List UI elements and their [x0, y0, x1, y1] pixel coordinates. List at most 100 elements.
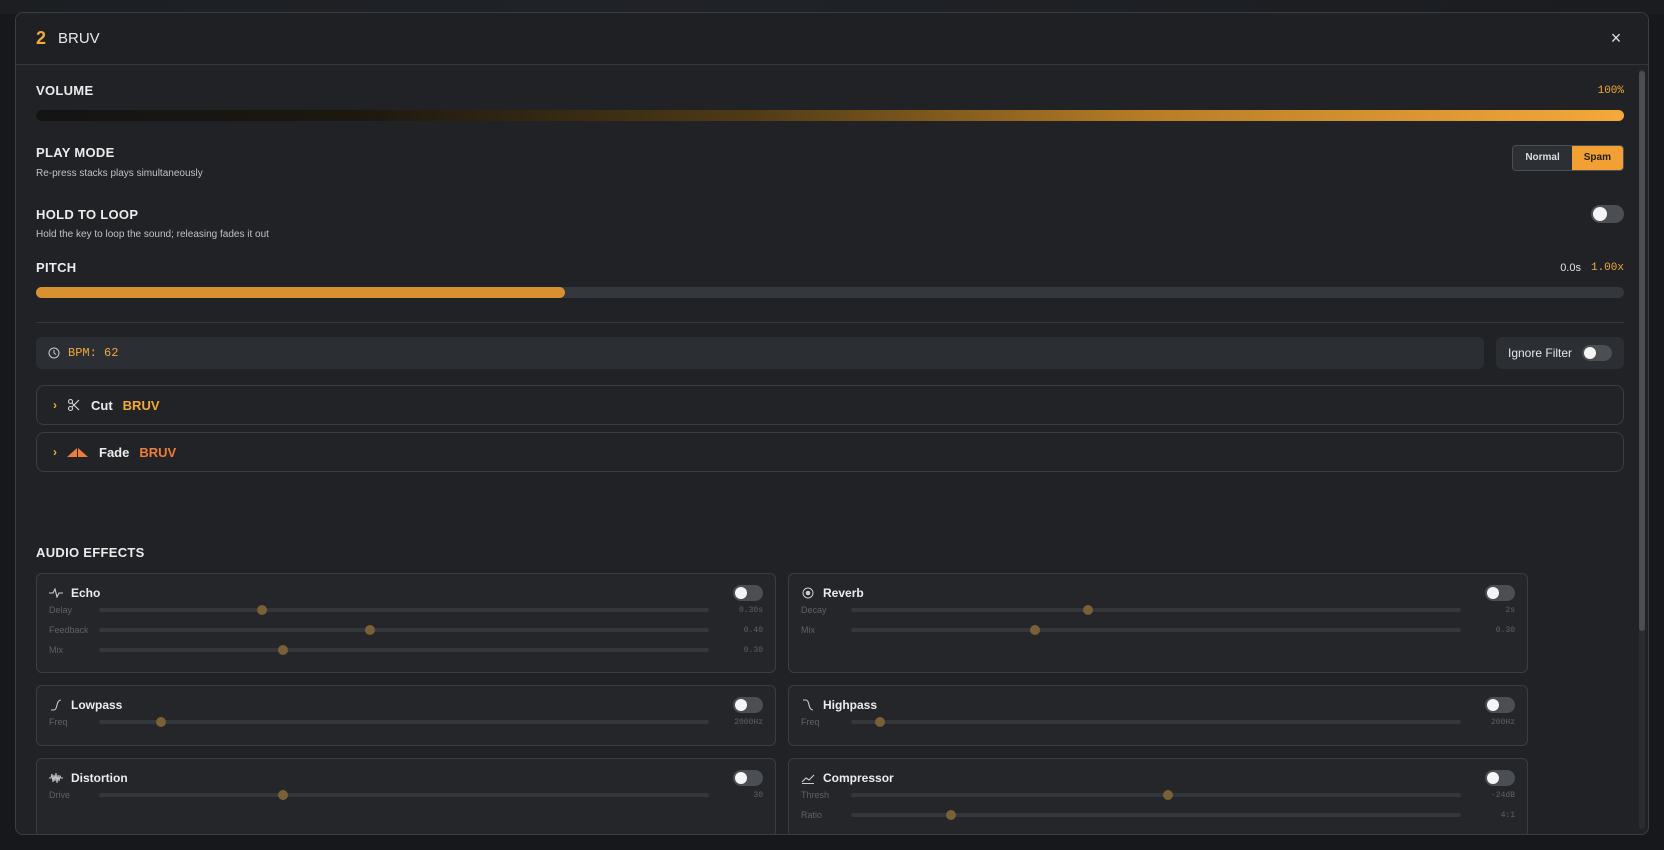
compressor-thresh-value: -24dB — [1490, 790, 1515, 800]
highpass-freq-knob[interactable] — [875, 717, 886, 727]
echo-mix-value: 0.30 — [743, 645, 763, 655]
hold-to-loop-label: HOLD TO LOOP — [36, 206, 139, 222]
cut-title: Cut — [91, 397, 113, 413]
hold-to-loop-toggle[interactable] — [1591, 205, 1624, 223]
ignore-filter-box: Ignore Filter — [1496, 337, 1624, 369]
pitch-slider-fill — [36, 287, 565, 298]
echo-delay-knob[interactable] — [256, 605, 267, 615]
echo-feedback-row: Feedback 0.40 — [37, 620, 775, 640]
sound-name: BRUV — [58, 30, 100, 47]
pitch-label: PITCH — [36, 260, 77, 275]
ignore-filter-toggle[interactable] — [1582, 345, 1612, 361]
lowpass-toggle[interactable] — [733, 697, 763, 713]
bpm-value: BPM: 62 — [68, 346, 119, 360]
play-mode-spam-button[interactable]: Spam — [1571, 146, 1623, 170]
compressor-thresh-slider[interactable] — [851, 790, 1461, 800]
reverb-decay-label: Decay — [801, 605, 827, 615]
echo-mix-knob[interactable] — [278, 645, 289, 655]
chevron-right-icon: › — [53, 398, 57, 412]
distortion-drive-knob[interactable] — [278, 790, 289, 800]
echo-mix-label: Mix — [49, 645, 63, 655]
cut-accordion[interactable]: › Cut BRUV — [36, 385, 1624, 425]
scrollbar[interactable] — [1639, 69, 1645, 829]
play-mode-normal-button[interactable]: Normal — [1513, 146, 1572, 170]
distortion-effect-card: Distortion Drive 30 — [36, 758, 776, 834]
lowpass-effect-card: Lowpass Freq 2000Hz — [36, 685, 776, 746]
reverb-effect-card: Reverb Decay 2s Mix 0.30 — [788, 573, 1528, 673]
highpass-toggle[interactable] — [1485, 697, 1515, 713]
compressor-thresh-row: Thresh -24dB — [789, 785, 1527, 805]
pulse-icon — [49, 588, 63, 598]
scrollbar-thumb[interactable] — [1639, 71, 1645, 631]
play-mode-section: PLAY MODE Re-press stacks plays simultan… — [36, 145, 1624, 179]
hold-to-loop-description: Hold the key to loop the sound; releasin… — [36, 229, 269, 240]
echo-delay-row: Delay 0.30s — [37, 600, 775, 620]
compressor-thresh-knob[interactable] — [1163, 790, 1174, 800]
reverb-mix-slider[interactable] — [851, 625, 1461, 635]
volume-slider[interactable] — [36, 110, 1624, 121]
compressor-ratio-knob[interactable] — [946, 810, 957, 820]
waveform-icon — [49, 772, 63, 784]
echo-effect-card: Echo Delay 0.30s Feedback 0.40 Mix 0.30 — [36, 573, 776, 673]
reverb-toggle[interactable] — [1485, 585, 1515, 601]
reverb-mix-label: Mix — [801, 625, 815, 635]
highpass-freq-value: 200Hz — [1490, 717, 1515, 727]
lowpass-freq-row: Freq 2000Hz — [37, 712, 775, 732]
modal-header: 2 BRUV × — [16, 13, 1648, 65]
volume-label: VOLUME — [36, 83, 94, 98]
play-mode-selector: Normal Spam — [1512, 145, 1624, 171]
compressor-name: Compressor — [823, 771, 894, 785]
compressor-effect-card: Compressor Thresh -24dB Ratio 4:1 — [788, 758, 1528, 834]
compressor-ratio-label: Ratio — [801, 810, 823, 820]
compressor-ratio-row: Ratio 4:1 — [789, 805, 1527, 825]
echo-mix-slider[interactable] — [99, 645, 709, 655]
echo-delay-value: 0.30s — [738, 605, 763, 615]
highpass-freq-row: Freq 200Hz — [789, 712, 1527, 732]
echo-feedback-label: Feedback — [49, 625, 89, 635]
reverb-mix-row: Mix 0.30 — [789, 620, 1527, 640]
volume-value: 100% — [1597, 84, 1624, 97]
compressor-ratio-slider[interactable] — [851, 810, 1461, 820]
distortion-drive-slider[interactable] — [99, 790, 709, 800]
compressor-toggle[interactable] — [1485, 770, 1515, 786]
pitch-slider[interactable] — [36, 287, 1624, 298]
audio-effects-title: AUDIO EFFECTS — [36, 545, 145, 560]
echo-feedback-knob[interactable] — [365, 625, 376, 635]
section-divider — [36, 322, 1624, 323]
pitch-time: 0.0s — [1560, 261, 1581, 274]
reverb-decay-slider[interactable] — [851, 605, 1461, 615]
distortion-toggle[interactable] — [733, 770, 763, 786]
scissors-icon — [67, 398, 80, 412]
distortion-drive-value: 30 — [753, 790, 763, 800]
distortion-name: Distortion — [71, 771, 128, 785]
compressor-thresh-label: Thresh — [801, 790, 830, 800]
reverb-mix-knob[interactable] — [1030, 625, 1041, 635]
radio-icon — [802, 587, 814, 599]
clock-icon — [48, 347, 60, 359]
highpass-icon — [803, 699, 814, 711]
highpass-freq-slider[interactable] — [851, 717, 1461, 727]
fade-accordion[interactable]: › Fade BRUV — [36, 432, 1624, 472]
echo-toggle[interactable] — [733, 585, 763, 601]
play-mode-description: Re-press stacks plays simultaneously — [36, 168, 203, 179]
volume-section: VOLUME 100% — [36, 83, 1624, 121]
echo-delay-slider[interactable] — [99, 605, 709, 615]
fade-icon — [67, 448, 88, 457]
lowpass-freq-knob[interactable] — [155, 717, 166, 727]
close-button[interactable]: × — [1604, 27, 1628, 51]
chevron-right-icon: › — [53, 445, 57, 459]
cut-sound-name: BRUV — [122, 397, 160, 413]
compressor-ratio-value: 4:1 — [1500, 810, 1515, 820]
lowpass-name: Lowpass — [71, 698, 123, 712]
fade-title: Fade — [99, 444, 130, 460]
lowpass-icon — [51, 699, 62, 711]
highpass-freq-label: Freq — [801, 717, 820, 727]
reverb-decay-knob[interactable] — [1083, 605, 1094, 615]
lowpass-freq-value: 2000Hz — [734, 717, 763, 727]
lowpass-freq-slider[interactable] — [99, 717, 709, 727]
echo-mix-row: Mix 0.30 — [37, 640, 775, 660]
highpass-name: Highpass — [823, 698, 878, 712]
echo-feedback-slider[interactable] — [99, 625, 709, 635]
highpass-effect-card: Highpass Freq 200Hz — [788, 685, 1528, 746]
bpm-box[interactable]: BPM: 62 — [36, 337, 1484, 369]
